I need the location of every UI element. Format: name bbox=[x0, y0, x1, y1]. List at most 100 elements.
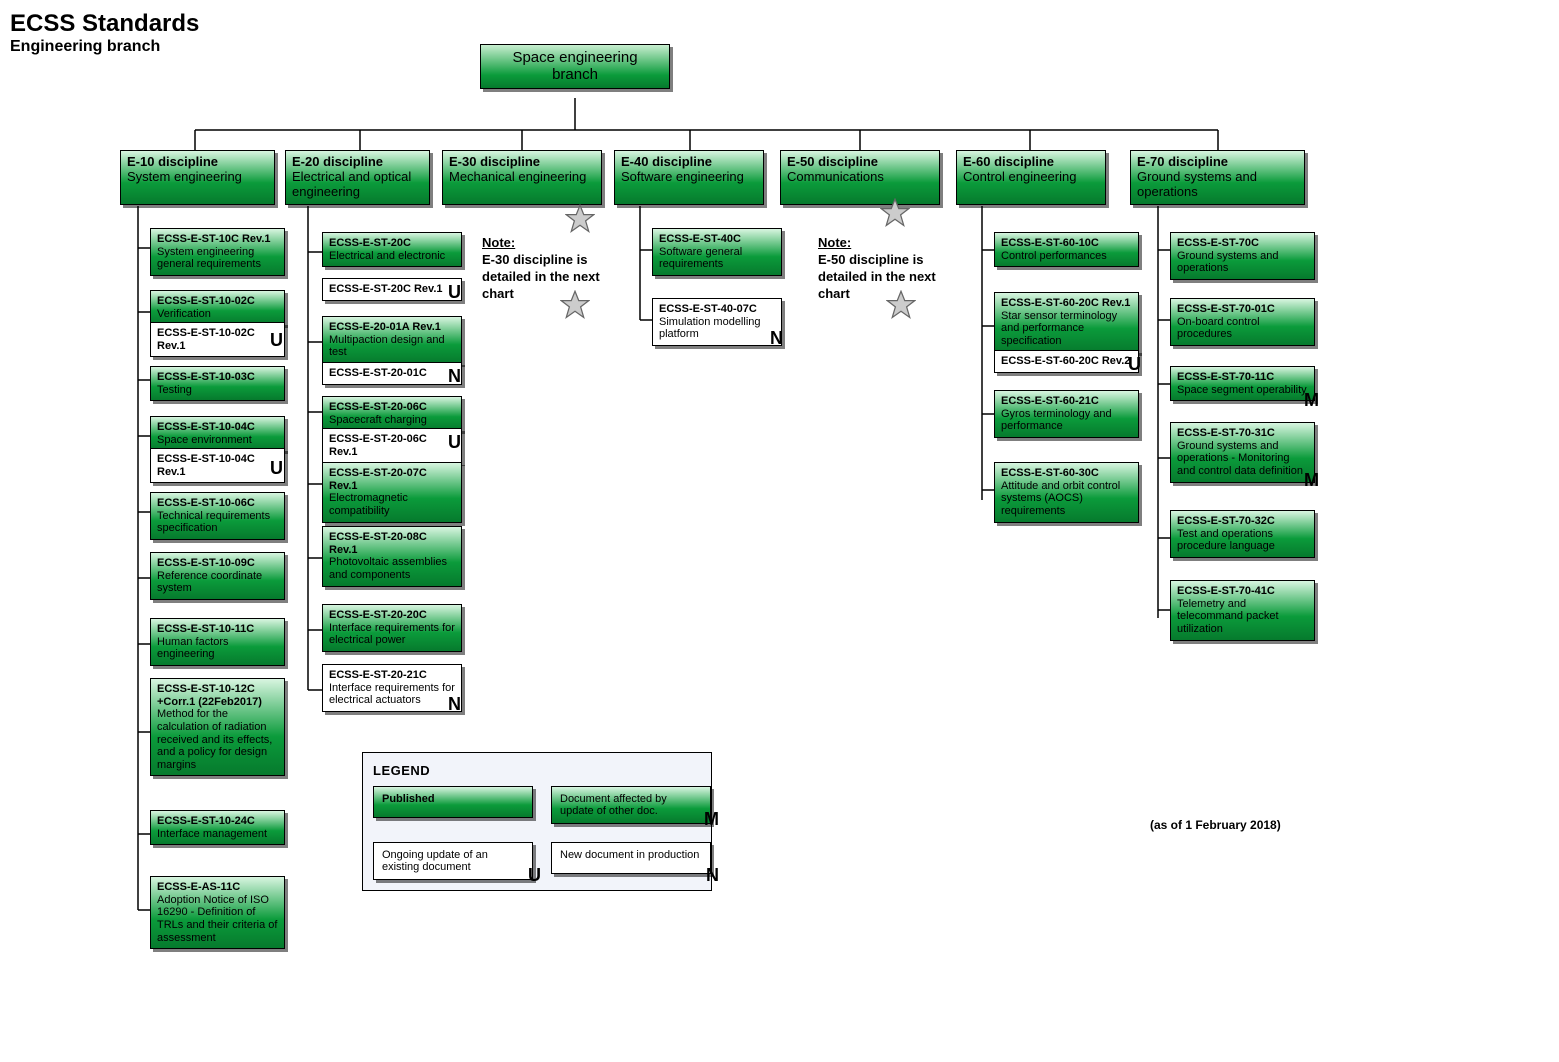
discipline-subtitle: Communications bbox=[787, 170, 933, 185]
star-icon bbox=[565, 204, 595, 234]
doc-e70-41c: ECSS-E-ST-70-41C Telemetry and telecomma… bbox=[1170, 580, 1315, 641]
doc-desc: Simulation modelling platform bbox=[659, 316, 775, 341]
doc-code: ECSS-E-AS-11C bbox=[157, 881, 278, 894]
doc-desc: Adoption Notice of ISO 16290 - Definitio… bbox=[157, 894, 278, 945]
discipline-e10: E-10 discipline System engineering bbox=[120, 150, 275, 205]
legend-affected-box: Document affected by update of other doc… bbox=[551, 786, 711, 824]
doc-code: ECSS-E-ST-20-21C bbox=[329, 669, 455, 682]
discipline-e50: E-50 discipline Communications bbox=[780, 150, 940, 205]
tag-u: U bbox=[448, 282, 461, 303]
tag-n: N bbox=[770, 328, 783, 349]
doc-code: ECSS-E-ST-20C bbox=[329, 237, 455, 250]
tag-n: N bbox=[448, 694, 461, 715]
doc-code: ECSS-E-ST-20-06C Rev.1 bbox=[329, 433, 455, 458]
date-note: (as of 1 February 2018) bbox=[1150, 818, 1281, 832]
doc-code: ECSS-E-ST-40C bbox=[659, 233, 775, 246]
doc-code: ECSS-E-ST-10-02C bbox=[157, 295, 278, 308]
discipline-title: E-70 discipline bbox=[1137, 155, 1298, 170]
doc-desc: Spacecraft charging bbox=[329, 414, 455, 427]
discipline-title: E-20 discipline bbox=[292, 155, 423, 170]
doc-e20-06c: ECSS-E-ST-20-06C Spacecraft charging bbox=[322, 396, 462, 431]
note-body2: detailed in the next bbox=[818, 269, 936, 284]
doc-desc: Testing bbox=[157, 384, 278, 397]
doc-desc: Human factors engineering bbox=[157, 636, 278, 661]
doc-code: ECSS-E-ST-70-41C bbox=[1177, 585, 1308, 598]
doc-code: ECSS-E-ST-20-08C Rev.1 bbox=[329, 531, 455, 556]
legend-title: LEGEND bbox=[373, 763, 701, 778]
doc-desc: Ground systems and operations bbox=[1177, 250, 1308, 275]
tag-m: M bbox=[1304, 390, 1319, 411]
doc-e20-08c: ECSS-E-ST-20-08C Rev.1 Photovoltaic asse… bbox=[322, 526, 462, 587]
doc-desc: Space segment operability bbox=[1177, 384, 1308, 397]
doc-code: ECSS-E-ST-60-20C Rev.2 bbox=[1001, 355, 1132, 368]
doc-desc: Interface management bbox=[157, 828, 278, 841]
legend-affected: Document affected by update of other doc… bbox=[551, 786, 711, 824]
legend-ongoing: Ongoing update of an existing document U bbox=[373, 842, 533, 880]
doc-code: ECSS-E-ST-20-20C bbox=[329, 609, 455, 622]
doc-e10-02c: ECSS-E-ST-10-02C Verification bbox=[150, 290, 285, 325]
doc-e10-03c: ECSS-E-ST-10-03C Testing bbox=[150, 366, 285, 401]
note-body1: E-30 discipline is bbox=[482, 252, 588, 267]
note-head: Note: bbox=[818, 235, 851, 250]
doc-desc: Method for the calculation of radiation … bbox=[157, 708, 278, 771]
doc-e20-21c: ECSS-E-ST-20-21C Interface requirements … bbox=[322, 664, 462, 712]
tag-m: M bbox=[704, 809, 719, 830]
tag-u: U bbox=[448, 432, 461, 453]
doc-desc: Space environment bbox=[157, 434, 278, 447]
doc-e10-12c: ECSS-E-ST-10-12C +Corr.1 (22Feb2017) Met… bbox=[150, 678, 285, 776]
discipline-title: E-40 discipline bbox=[621, 155, 757, 170]
doc-e10-06c: ECSS-E-ST-10-06C Technical requirements … bbox=[150, 492, 285, 540]
root-box: Space engineering branch bbox=[480, 44, 670, 89]
tag-m: M bbox=[1304, 470, 1319, 491]
doc-e60-21c: ECSS-E-ST-60-21C Gyros terminology and p… bbox=[994, 390, 1139, 438]
doc-e10-04c: ECSS-E-ST-10-04C Space environment bbox=[150, 416, 285, 451]
doc-desc: Interface requirements for electrical po… bbox=[329, 622, 455, 647]
page-title: ECSS Standards bbox=[10, 10, 1550, 38]
doc-e20-01a: ECSS-E-20-01A Rev.1 Multipaction design … bbox=[322, 316, 462, 364]
discipline-e40: E-40 discipline Software engineering bbox=[614, 150, 764, 205]
doc-desc: Control performances bbox=[1001, 250, 1132, 263]
doc-e70-01c: ECSS-E-ST-70-01C On-board control proced… bbox=[1170, 298, 1315, 346]
tag-n: N bbox=[706, 865, 719, 886]
doc-desc: Interface requirements for electrical ac… bbox=[329, 682, 455, 707]
star-icon bbox=[880, 198, 910, 228]
doc-e70-11c: ECSS-E-ST-70-11C Space segment operabili… bbox=[1170, 366, 1315, 401]
doc-desc: On-board control procedures bbox=[1177, 316, 1308, 341]
doc-code: ECSS-E-ST-10-02C Rev.1 bbox=[157, 327, 278, 352]
legend-newdoc-box: New document in production bbox=[551, 842, 711, 874]
doc-code: ECSS-E-ST-10-12C +Corr.1 (22Feb2017) bbox=[157, 683, 278, 708]
doc-e20-06c-rev1: ECSS-E-ST-20-06C Rev.1 bbox=[322, 428, 462, 463]
doc-code: ECSS-E-ST-20C Rev.1 bbox=[329, 283, 455, 296]
doc-e10-11c: ECSS-E-ST-10-11C Human factors engineeri… bbox=[150, 618, 285, 666]
doc-code: ECSS-E-ST-10-04C bbox=[157, 421, 278, 434]
discipline-title: E-60 discipline bbox=[963, 155, 1099, 170]
doc-e70-70c: ECSS-E-ST-70C Ground systems and operati… bbox=[1170, 232, 1315, 280]
doc-e70-32c: ECSS-E-ST-70-32C Test and operations pro… bbox=[1170, 510, 1315, 558]
doc-desc: Electromagnetic compatibility bbox=[329, 492, 455, 517]
tag-u: U bbox=[528, 865, 541, 886]
discipline-title: E-10 discipline bbox=[127, 155, 268, 170]
doc-code: ECSS-E-ST-20-01C bbox=[329, 367, 455, 380]
doc-code: ECSS-E-ST-70-32C bbox=[1177, 515, 1308, 528]
doc-e60-20c: ECSS-E-ST-60-20C Rev.1 Star sensor termi… bbox=[994, 292, 1139, 353]
discipline-subtitle: Mechanical engineering bbox=[449, 170, 595, 185]
doc-e40-07c: ECSS-E-ST-40-07C Simulation modelling pl… bbox=[652, 298, 782, 346]
doc-e70-31c: ECSS-E-ST-70-31C Ground systems and oper… bbox=[1170, 422, 1315, 483]
doc-e10-24c: ECSS-E-ST-10-24C Interface management bbox=[150, 810, 285, 845]
tag-u: U bbox=[1128, 354, 1141, 375]
doc-code: ECSS-E-ST-10-09C bbox=[157, 557, 278, 570]
doc-e10-st10c: ECSS-E-ST-10C Rev.1 System engineering g… bbox=[150, 228, 285, 276]
doc-e10-02c-rev1: ECSS-E-ST-10-02C Rev.1 bbox=[150, 322, 285, 357]
doc-desc: Reference coordinate system bbox=[157, 570, 278, 595]
note-body1: E-50 discipline is bbox=[818, 252, 924, 267]
doc-desc: System engineering general requirements bbox=[157, 246, 278, 271]
doc-code: ECSS-E-ST-20-07C Rev.1 bbox=[329, 467, 455, 492]
doc-desc: Electrical and electronic bbox=[329, 250, 455, 263]
doc-code: ECSS-E-ST-10-03C bbox=[157, 371, 278, 384]
doc-code: ECSS-E-ST-70C bbox=[1177, 237, 1308, 250]
doc-e60-10c: ECSS-E-ST-60-10C Control performances bbox=[994, 232, 1139, 267]
note-e30: Note: E-30 discipline is detailed in the… bbox=[482, 235, 600, 303]
doc-code: ECSS-E-ST-60-30C bbox=[1001, 467, 1132, 480]
doc-desc: Telemetry and telecommand packet utiliza… bbox=[1177, 598, 1308, 636]
doc-e20-20c: ECSS-E-ST-20C Electrical and electronic bbox=[322, 232, 462, 267]
